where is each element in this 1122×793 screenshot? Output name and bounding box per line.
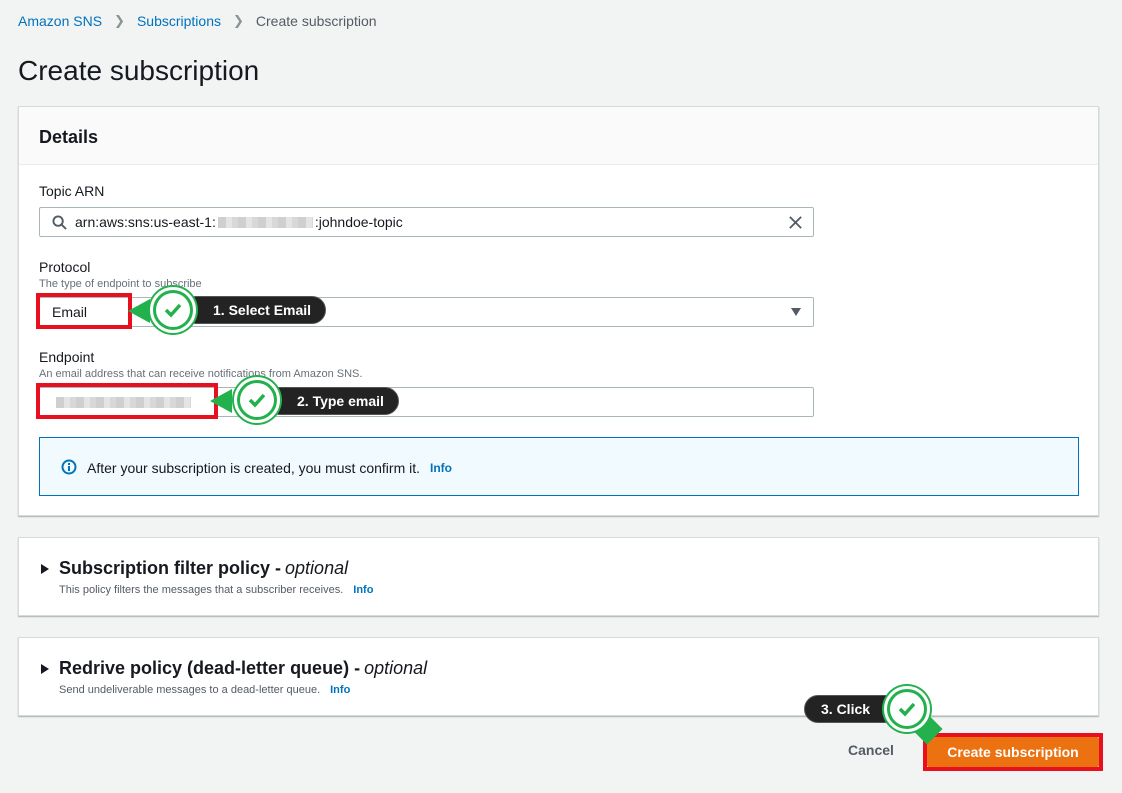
info-icon (61, 459, 77, 475)
topic-arn-input[interactable]: arn:aws:sns:us-east-1: :johndoe-topic (39, 207, 814, 237)
topic-arn-prefix: arn:aws:sns:us-east-1: (75, 214, 216, 230)
redrive-policy-optional: optional (364, 658, 428, 678)
breadcrumb-subscriptions[interactable]: Subscriptions (137, 13, 221, 29)
checkmark-icon (150, 287, 196, 333)
alert-info-link[interactable]: Info (430, 461, 452, 475)
filter-policy-description: This policy filters the messages that a … (59, 584, 344, 596)
pointer-arrow-1 (128, 299, 150, 323)
chevron-right-icon: ❯ (233, 13, 244, 28)
topic-arn-label: Topic ARN (39, 183, 105, 199)
callout-step2: 2. Type email (266, 387, 399, 415)
filter-policy-panel: Subscription filter policy - optional Th… (18, 537, 1099, 616)
breadcrumb-amazon-sns[interactable]: Amazon SNS (18, 13, 102, 29)
page-title: Create subscription (18, 55, 260, 86)
alert-message: After your subscription is created, you … (87, 460, 421, 476)
clear-icon[interactable] (788, 215, 803, 230)
highlight-endpoint (36, 383, 218, 419)
filter-policy-info-link[interactable]: Info (353, 584, 373, 596)
chevron-right-icon: ❯ (114, 13, 125, 28)
redrive-policy-info-link[interactable]: Info (330, 684, 350, 696)
endpoint-label: Endpoint (39, 349, 95, 365)
redrive-policy-toggle[interactable]: Redrive policy (dead-letter queue) - opt… (41, 658, 427, 679)
endpoint-description: An email address that can receive notifi… (39, 368, 363, 380)
caret-right-icon (41, 563, 49, 574)
details-title: Details (39, 127, 99, 147)
highlight-protocol (36, 293, 132, 329)
breadcrumb: Amazon SNS ❯ Subscriptions ❯ Create subs… (18, 12, 377, 30)
topic-arn-value: arn:aws:sns:us-east-1: :johndoe-topic (75, 214, 403, 230)
redrive-policy-panel: Redrive policy (dead-letter queue) - opt… (18, 637, 1099, 716)
breadcrumb-current: Create subscription (255, 13, 377, 29)
cancel-button[interactable]: Cancel (848, 742, 894, 758)
alert-text: After your subscription is created, you … (87, 460, 452, 476)
filter-policy-optional: optional (285, 558, 349, 578)
redrive-policy-description: Send undeliverable messages to a dead-le… (59, 684, 321, 696)
search-icon (52, 215, 67, 230)
highlight-create-button (923, 733, 1103, 771)
redacted-account-id (217, 216, 313, 228)
confirmation-alert: After your subscription is created, you … (39, 437, 1079, 496)
checkmark-icon (884, 686, 930, 732)
caret-right-icon (41, 663, 49, 674)
dropdown-arrow-icon (791, 308, 801, 316)
checkmark-icon (234, 377, 280, 423)
redrive-policy-description-row: Send undeliverable messages to a dead-le… (59, 684, 350, 696)
protocol-label: Protocol (39, 259, 91, 275)
details-header: Details (19, 107, 1098, 165)
pointer-arrow-2 (210, 389, 232, 413)
filter-policy-description-row: This policy filters the messages that a … (59, 584, 373, 596)
filter-policy-toggle[interactable]: Subscription filter policy - optional (41, 558, 348, 579)
filter-policy-title: Subscription filter policy - (59, 558, 282, 578)
topic-arn-suffix: :johndoe-topic (314, 214, 403, 230)
callout-step1: 1. Select Email (182, 296, 327, 324)
redrive-policy-title: Redrive policy (dead-letter queue) - (59, 658, 361, 678)
